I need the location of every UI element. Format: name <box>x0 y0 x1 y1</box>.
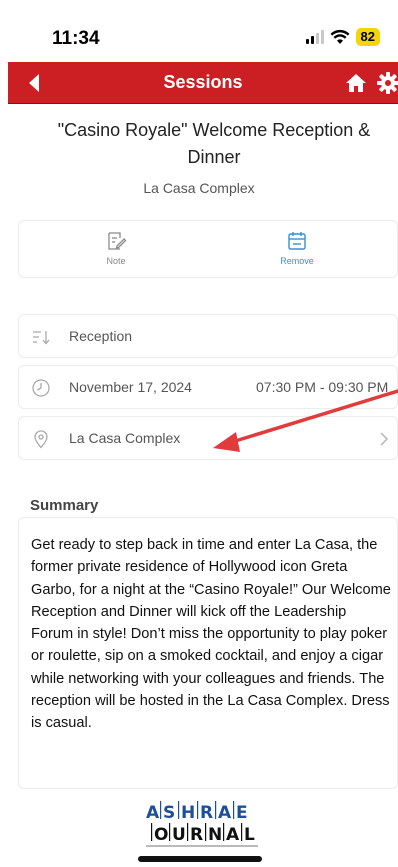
home-icon[interactable] <box>344 71 368 95</box>
svg-text:E: E <box>236 803 248 823</box>
svg-text:A: A <box>218 803 232 823</box>
svg-text:A: A <box>146 803 160 823</box>
wifi-icon <box>330 29 350 44</box>
remove-button[interactable]: Remove <box>267 230 327 266</box>
svg-text:R: R <box>200 803 213 823</box>
remove-label: Remove <box>280 256 314 266</box>
session-location: La Casa Complex <box>69 430 181 446</box>
signal-icon <box>305 30 324 44</box>
page-title: Sessions <box>163 72 243 92</box>
calendar-icon <box>288 232 306 250</box>
location-pin-icon <box>34 430 48 449</box>
battery-indicator: 82 <box>355 28 380 46</box>
svg-text:O: O <box>154 825 168 845</box>
session-type-row: Reception <box>18 314 398 358</box>
status-time: 11:34 <box>52 28 100 49</box>
note-label: Note <box>106 256 126 266</box>
summary-heading: Summary <box>30 497 99 514</box>
chevron-right-icon <box>380 432 389 446</box>
session-actions: Note Remove <box>18 220 398 278</box>
svg-text:H: H <box>181 803 195 823</box>
session-date: November 17, 2024 <box>69 379 192 395</box>
session-venue: La Casa Complex <box>143 180 255 196</box>
navigation-bar: Sessions <box>8 62 398 104</box>
home-indicator <box>138 856 262 862</box>
ashrae-journal-logo: ASH RAE JOU RNAL <box>146 801 258 847</box>
session-time: 07:30 PM - 09:30 PM <box>256 379 389 395</box>
note-button[interactable]: Note <box>86 230 146 266</box>
summary-body: Get ready to step back in time and enter… <box>31 537 391 732</box>
svg-text:R: R <box>190 825 203 845</box>
summary-card: Get ready to step back in time and enter… <box>18 517 398 789</box>
svg-text:S: S <box>163 803 175 823</box>
session-title: "Casino Royale" Welcome Reception & Dinn… <box>57 120 371 167</box>
status-bar: 11:34 82 <box>0 0 398 60</box>
svg-text:N: N <box>208 825 222 845</box>
status-icons: 82 <box>305 28 380 46</box>
clock-icon <box>32 379 50 397</box>
sort-icon <box>33 331 50 345</box>
session-type: Reception <box>69 328 133 344</box>
note-icon <box>108 232 127 250</box>
session-location-row[interactable]: La Casa Complex <box>18 416 398 460</box>
svg-text:A: A <box>226 825 240 845</box>
gear-icon[interactable] <box>376 71 398 95</box>
svg-text:L: L <box>244 825 255 845</box>
session-datetime-row: November 17, 2024 07:30 PM - 09:30 PM <box>18 365 398 409</box>
svg-text:U: U <box>172 825 186 845</box>
